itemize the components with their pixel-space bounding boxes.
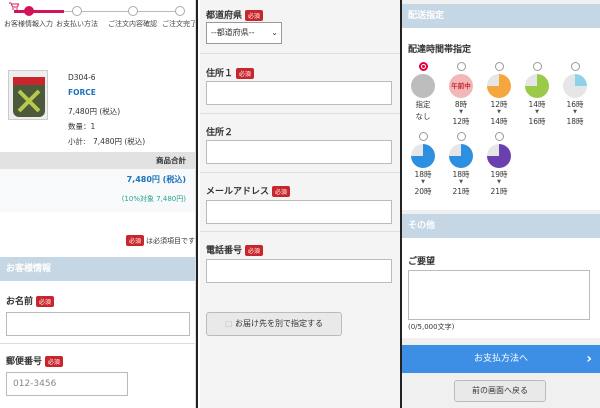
product-price: 7,480円 (税込) <box>68 107 121 116</box>
time-slot-end: 21時 <box>490 187 508 196</box>
chevron-down-icon: ⌄ <box>271 28 278 37</box>
time-slot-7[interactable]: 19時 ▼ 21時 <box>484 132 514 197</box>
addr2-input[interactable] <box>206 140 392 164</box>
required-note: 必須 は必須項目です <box>126 235 195 246</box>
time-slot-start: 指定 <box>415 100 431 109</box>
product-qty: 数量：1 <box>68 122 96 131</box>
customer-form-panel: お客様情報入力 お支払い方法 ご注文内容確認 ご注文完了 D304-6 FORC… <box>0 0 196 408</box>
clock-icon <box>411 74 435 98</box>
arrow-down-icon: ▼ <box>421 179 425 185</box>
step-2: お支払い方法 <box>56 6 98 29</box>
delivery-time-label: 配達時間帯指定 <box>408 45 472 55</box>
time-slot-5[interactable]: 18時 ▼ 20時 <box>408 132 438 197</box>
time-slot-radio[interactable] <box>570 62 580 71</box>
time-slot-radio[interactable] <box>456 132 466 141</box>
clock-icon <box>487 144 511 168</box>
product-thumbnail <box>8 70 48 120</box>
time-slot-3[interactable]: 14時 ▼ 16時 <box>522 62 552 127</box>
arrow-down-icon: ▼ <box>459 109 463 115</box>
chevron-right-icon: › <box>586 351 592 367</box>
order-totals: 商品合計 7,480円 (税込) (10%対象 7,480円) <box>0 152 195 212</box>
clock-icon <box>411 144 435 168</box>
panel-divider <box>196 0 198 408</box>
arrow-down-icon: ▼ <box>573 109 577 115</box>
checkout-progress: お客様情報入力 お支払い方法 ご注文内容確認 ご注文完了 <box>0 0 195 34</box>
product-code: D304-6 <box>68 73 96 82</box>
time-slot-radio[interactable] <box>418 132 428 141</box>
email-input[interactable] <box>206 200 392 224</box>
zip-label: 郵便番号 必須 <box>6 354 63 367</box>
arrow-down-icon: ▼ <box>497 179 501 185</box>
request-textarea[interactable] <box>408 270 590 320</box>
clock-icon: 午前中 <box>449 74 473 98</box>
totals-tax: (10%対象 7,480円) <box>0 188 195 212</box>
time-slot-end: 12時 <box>452 117 470 126</box>
time-slot-2[interactable]: 12時 ▼ 14時 <box>484 62 514 127</box>
time-slot-end: 21時 <box>452 187 470 196</box>
time-slot-radio[interactable] <box>456 62 466 71</box>
totals-amount: 7,480円 (税込) <box>0 169 195 188</box>
time-slot-radio[interactable] <box>494 62 504 71</box>
time-slot-0[interactable]: 指定 なし <box>408 62 438 122</box>
clock-icon <box>525 74 549 98</box>
clock-icon <box>563 74 587 98</box>
pref-select[interactable]: --都道府県-- ⌄ <box>206 22 282 44</box>
delivery-section-header: 配送指定 <box>402 4 600 28</box>
addr2-label: 住所２ <box>206 128 234 138</box>
arrow-down-icon: ▼ <box>535 109 539 115</box>
time-slot-end: 20時 <box>414 187 432 196</box>
step-4: ご注文完了 <box>162 6 195 29</box>
product-info: D304-6 FORCE 7,480円 (税込) 数量：1 小計: 7,480円… <box>68 70 145 149</box>
alt-address-button[interactable]: ▢ お届け先を別で指定する <box>206 312 342 336</box>
time-slot-4[interactable]: 16時 ▼ 18時 <box>560 62 590 127</box>
time-slot-radio[interactable] <box>418 62 428 71</box>
product-name[interactable]: FORCE <box>68 85 145 100</box>
arrow-down-icon: ▼ <box>459 179 463 185</box>
time-slot-radio[interactable] <box>494 132 504 141</box>
name-input[interactable] <box>6 312 190 336</box>
address-form-panel: 都道府県 必須 --都道府県-- ⌄ 住所１ 必須 住所２ メールアドレス 必須 … <box>200 0 400 408</box>
step-3: ご注文内容確認 <box>108 6 157 29</box>
delivery-box: 配達時間帯指定 指定 なし 午前中 8時 ▼ 12時 12時 ▼ 14時 14時 ▼ 16時 16時 ▼ 1… <box>402 28 600 210</box>
phone-input[interactable] <box>206 259 392 283</box>
other-box: ご要望 (0/5,000文字) <box>402 238 600 338</box>
zip-input[interactable]: 012-3456 <box>6 372 128 396</box>
request-label: ご要望 <box>408 257 436 267</box>
time-slot-end: 14時 <box>490 117 508 126</box>
time-slot-end: 16時 <box>528 117 546 126</box>
pay-method-button[interactable]: お支払方法へ › <box>402 345 600 373</box>
char-count: (0/5,000文字) <box>408 323 455 331</box>
name-label: お名前 必須 <box>6 294 54 307</box>
phone-label: 電話番号 必須 <box>206 243 263 256</box>
step-1: お客様情報入力 <box>4 6 53 29</box>
time-slot-radio[interactable] <box>532 62 542 71</box>
totals-header: 商品合計 <box>0 152 195 169</box>
clock-icon <box>449 144 473 168</box>
email-label: メールアドレス 必須 <box>206 184 290 197</box>
other-section-header: その他 <box>402 214 600 238</box>
clock-icon <box>487 74 511 98</box>
time-slot-end: なし <box>415 112 431 121</box>
back-button[interactable]: 前の画面へ戻る <box>454 380 546 402</box>
addr1-input[interactable] <box>206 81 392 105</box>
time-slot-1[interactable]: 午前中 8時 ▼ 12時 <box>446 62 476 127</box>
time-slot-end: 18時 <box>566 117 584 126</box>
arrow-down-icon: ▼ <box>497 109 501 115</box>
time-slot-6[interactable]: 18時 ▼ 21時 <box>446 132 476 197</box>
pref-label: 都道府県 必須 <box>206 8 263 21</box>
delivery-panel: 配送指定 配達時間帯指定 指定 なし 午前中 8時 ▼ 12時 12時 ▼ 14時 14時 ▼ 16時… <box>402 0 600 408</box>
customer-section-header: お客様情報 <box>0 257 195 281</box>
product-subtotal: 小計: 7,480円 (税込) <box>68 137 146 146</box>
addr1-label: 住所１ 必須 <box>206 66 254 79</box>
